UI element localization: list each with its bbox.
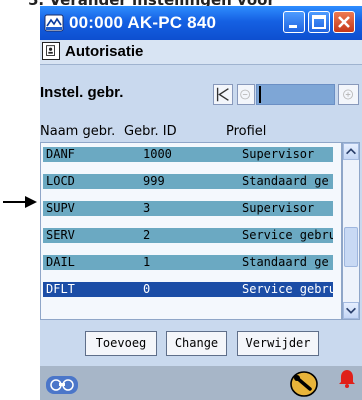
page-slider-cursor[interactable]: [259, 86, 261, 103]
previous-page-button[interactable]: [237, 84, 255, 105]
table-row[interactable]: SUPV 3 Supervisor: [43, 201, 333, 216]
scroll-down-button[interactable]: [343, 302, 359, 319]
first-page-icon: [216, 87, 229, 102]
chevron-up-icon: [346, 148, 356, 155]
user-id: 999: [143, 174, 165, 188]
user-id: 0: [143, 282, 151, 296]
first-page-button[interactable]: [213, 84, 233, 105]
scroll-thumb[interactable]: [344, 227, 358, 267]
user-profile: Service gebru: [242, 228, 333, 242]
pointer-arrow-icon: [3, 196, 37, 208]
chevron-down-icon: [346, 307, 356, 314]
device-screen: 00:000 AK-PC 840 Autorisatie Instel. geb…: [40, 6, 362, 400]
user-id: 1000: [143, 147, 172, 161]
navigation-icon[interactable]: [45, 374, 79, 396]
maximize-icon: [312, 15, 326, 29]
previous-icon: [240, 89, 250, 100]
delete-user-button[interactable]: Verwijder: [237, 331, 319, 356]
table-row[interactable]: LOCD 999 Standaard ge: [43, 174, 333, 189]
next-page-button[interactable]: [338, 84, 359, 105]
section-header: Autorisatie: [40, 40, 362, 65]
user-profile: Supervisor: [242, 201, 315, 215]
user-list: DANF 1000 Supervisor LOCD 999 Standaard …: [40, 142, 342, 320]
minimize-button[interactable]: [283, 11, 305, 33]
user-profile: Standaard ge: [242, 255, 329, 269]
user-profile: Standaard ge: [242, 174, 329, 188]
close-icon: [338, 16, 350, 28]
user-name: DAIL: [46, 255, 75, 269]
table-row[interactable]: DANF 1000 Supervisor: [43, 147, 333, 162]
minimize-icon: [289, 25, 297, 28]
refrigeration-app-icon: [44, 14, 64, 32]
section-title: Autorisatie: [65, 43, 144, 60]
page-slider[interactable]: [256, 84, 335, 105]
wrench-icon[interactable]: [290, 370, 318, 398]
list-scrollbar[interactable]: [342, 142, 360, 320]
title-bar: 00:000 AK-PC 840: [40, 6, 362, 40]
user-name: DFLT: [46, 282, 75, 296]
user-profile: Service gebru: [242, 282, 333, 296]
change-user-button[interactable]: Change: [166, 331, 227, 356]
column-header-name: Naam gebr.: [40, 124, 116, 139]
user-id: 3: [143, 201, 151, 215]
bell-icon[interactable]: [337, 367, 357, 389]
user-id: 2: [143, 228, 151, 242]
user-name: SUPV: [46, 201, 75, 215]
user-setting-label: Instel. gebr.: [40, 84, 124, 101]
user-name: LOCD: [46, 174, 75, 188]
window-title: 00:000 AK-PC 840: [69, 13, 217, 32]
next-icon: [343, 89, 354, 100]
add-user-button[interactable]: Toevoeg: [85, 331, 157, 356]
table-row-selected[interactable]: DFLT 0 Service gebru: [43, 282, 333, 297]
bottom-bar: [40, 366, 362, 400]
column-header-profile: Profiel: [226, 124, 267, 139]
close-button[interactable]: [333, 11, 355, 33]
user-name: SERV: [46, 228, 75, 242]
maximize-button[interactable]: [308, 11, 330, 33]
scroll-up-button[interactable]: [343, 143, 359, 160]
user-profile: Supervisor: [242, 147, 315, 161]
table-row[interactable]: DAIL 1 Standaard ge: [43, 255, 333, 270]
column-header-id: Gebr. ID: [124, 124, 177, 139]
user-id: 1: [143, 255, 151, 269]
user-name: DANF: [46, 147, 75, 161]
authorization-icon: [42, 42, 60, 60]
table-row[interactable]: SERV 2 Service gebru: [43, 228, 333, 243]
